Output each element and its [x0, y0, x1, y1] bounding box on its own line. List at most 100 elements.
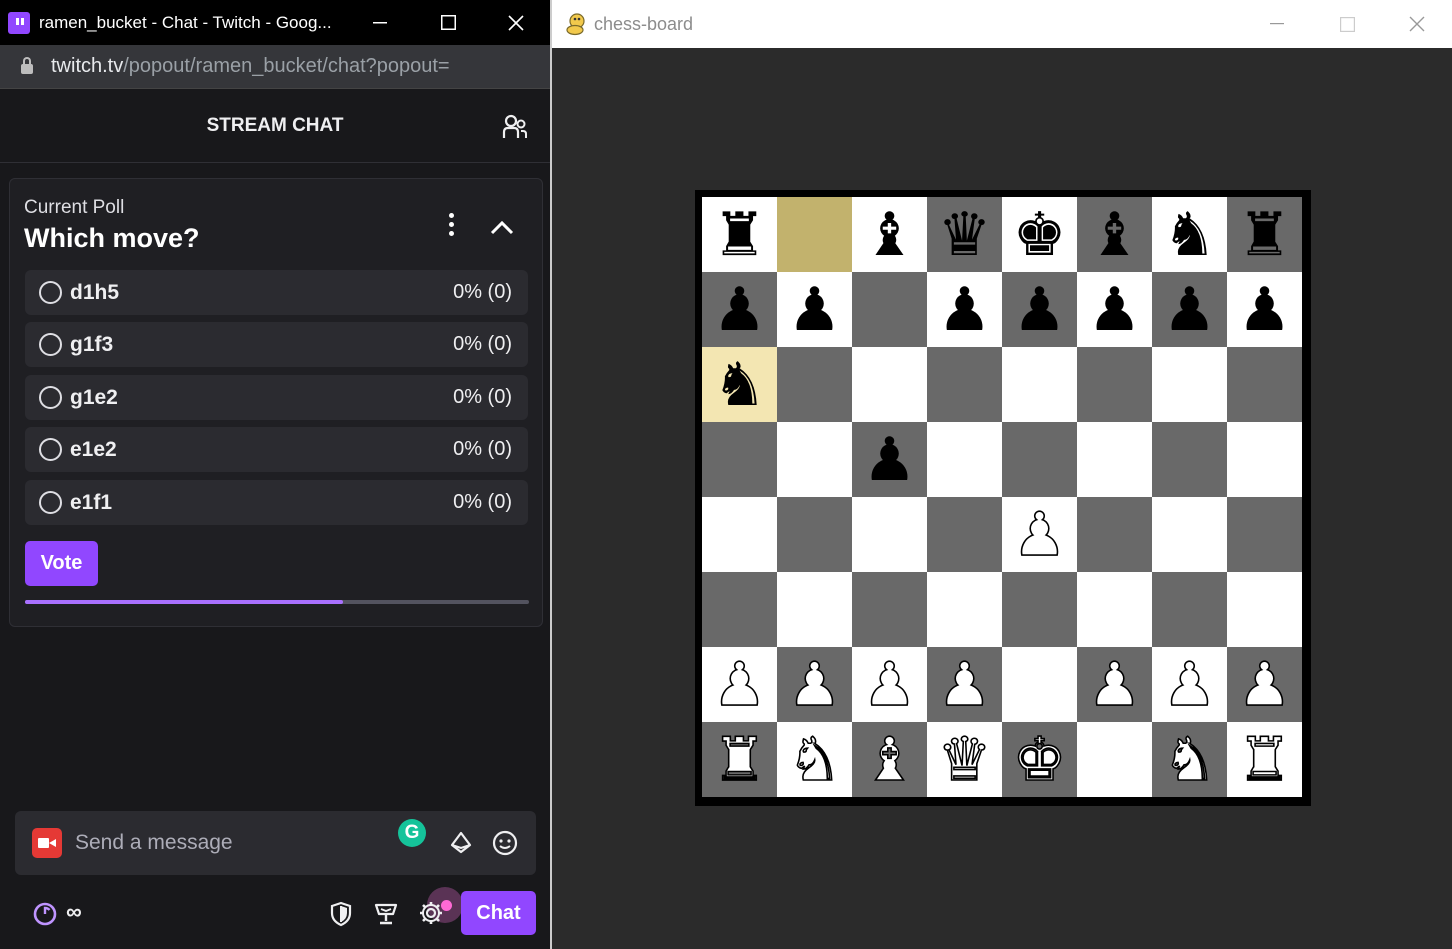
- square-d6[interactable]: [927, 347, 1002, 422]
- black-bishop-icon[interactable]: ♝: [1088, 205, 1142, 265]
- square-g6[interactable]: [1152, 347, 1227, 422]
- black-knight-icon[interactable]: ♞: [1163, 205, 1217, 265]
- poll-option-g1f3[interactable]: g1f3 0% (0): [25, 322, 528, 367]
- maximize-button[interactable]: [414, 0, 482, 45]
- chevron-up-icon[interactable]: [488, 217, 516, 237]
- square-c1[interactable]: ♝: [852, 722, 927, 797]
- radio-icon[interactable]: [39, 386, 62, 409]
- message-box[interactable]: G: [15, 811, 536, 875]
- white-bishop-icon[interactable]: ♝: [862, 729, 917, 791]
- black-pawn-icon[interactable]: ♟: [1013, 280, 1067, 340]
- radio-icon[interactable]: [39, 491, 62, 514]
- square-b1[interactable]: ♞: [777, 722, 852, 797]
- poll-option-d1h5[interactable]: d1h5 0% (0): [25, 270, 528, 315]
- black-pawn-icon[interactable]: ♟: [1088, 280, 1142, 340]
- square-g7[interactable]: ♟: [1152, 272, 1227, 347]
- square-e6[interactable]: [1002, 347, 1077, 422]
- square-h4[interactable]: [1227, 497, 1302, 572]
- square-a7[interactable]: ♟: [702, 272, 777, 347]
- square-b4[interactable]: [777, 497, 852, 572]
- square-h1[interactable]: ♜: [1227, 722, 1302, 797]
- square-e5[interactable]: [1002, 422, 1077, 497]
- square-h7[interactable]: ♟: [1227, 272, 1302, 347]
- poll-option-g1e2[interactable]: g1e2 0% (0): [25, 375, 528, 420]
- square-f7[interactable]: ♟: [1077, 272, 1152, 347]
- square-a4[interactable]: [702, 497, 777, 572]
- white-pawn-icon[interactable]: ♟: [862, 654, 917, 716]
- white-rook-icon[interactable]: ♜: [712, 729, 767, 791]
- white-pawn-icon[interactable]: ♟: [712, 654, 767, 716]
- square-g4[interactable]: [1152, 497, 1227, 572]
- white-pawn-icon[interactable]: ♟: [1162, 654, 1217, 716]
- square-d4[interactable]: [927, 497, 1002, 572]
- square-b8[interactable]: [777, 197, 852, 272]
- minimize-button[interactable]: [346, 0, 414, 45]
- square-g1[interactable]: ♞: [1152, 722, 1227, 797]
- square-e3[interactable]: [1002, 572, 1077, 647]
- emote-smiley-icon[interactable]: [492, 830, 518, 856]
- black-knight-icon[interactable]: ♞: [713, 355, 767, 415]
- black-pawn-icon[interactable]: ♟: [713, 280, 767, 340]
- shield-icon[interactable]: [329, 901, 353, 927]
- white-knight-icon[interactable]: ♞: [787, 729, 842, 791]
- black-pawn-icon[interactable]: ♟: [938, 280, 992, 340]
- square-c2[interactable]: ♟: [852, 647, 927, 722]
- black-rook-icon[interactable]: ♜: [713, 205, 767, 265]
- chess-board[interactable]: ♜ ♝ ♛ ♚ ♝ ♞ ♜ ♟ ♟ ♟ ♟ ♟ ♟ ♟ ♞ ♟ ♟ ♟ ♟ ♟ ♟ ♟ ♟ ♟ ♜ ♞ ♝ ♛ ♚ ♞ ♜: [702, 197, 1304, 799]
- video-camera-icon[interactable]: [32, 828, 62, 858]
- black-pawn-icon[interactable]: ♟: [788, 280, 842, 340]
- square-g3[interactable]: [1152, 572, 1227, 647]
- black-queen-icon[interactable]: ♛: [938, 205, 992, 265]
- square-c8[interactable]: ♝: [852, 197, 927, 272]
- trophy-icon[interactable]: [373, 901, 399, 927]
- square-a8[interactable]: ♜: [702, 197, 777, 272]
- square-g8[interactable]: ♞: [1152, 197, 1227, 272]
- white-king-icon[interactable]: ♚: [1012, 729, 1067, 791]
- square-e1[interactable]: ♚: [1002, 722, 1077, 797]
- square-c5[interactable]: ♟: [852, 422, 927, 497]
- poll-option-e1e2[interactable]: e1e2 0% (0): [25, 427, 528, 472]
- radio-icon[interactable]: [39, 438, 62, 461]
- square-d1[interactable]: ♛: [927, 722, 1002, 797]
- black-pawn-icon[interactable]: ♟: [1238, 280, 1292, 340]
- white-knight-icon[interactable]: ♞: [1162, 729, 1217, 791]
- radio-icon[interactable]: [39, 281, 62, 304]
- black-king-icon[interactable]: ♚: [1013, 205, 1067, 265]
- chat-send-button[interactable]: Chat: [461, 891, 536, 935]
- black-rook-icon[interactable]: ♜: [1238, 205, 1292, 265]
- white-pawn-icon[interactable]: ♟: [1087, 654, 1142, 716]
- bits-icon[interactable]: [449, 831, 473, 855]
- square-h5[interactable]: [1227, 422, 1302, 497]
- square-c3[interactable]: [852, 572, 927, 647]
- community-users-icon[interactable]: [502, 114, 528, 140]
- square-a5[interactable]: [702, 422, 777, 497]
- radio-icon[interactable]: [39, 333, 62, 356]
- white-pawn-icon[interactable]: ♟: [1237, 654, 1292, 716]
- white-pawn-icon[interactable]: ♟: [787, 654, 842, 716]
- close-button[interactable]: [1382, 0, 1452, 48]
- square-a2[interactable]: ♟: [702, 647, 777, 722]
- square-a6[interactable]: ♞: [702, 347, 777, 422]
- more-options-icon[interactable]: [446, 213, 456, 241]
- square-c7[interactable]: [852, 272, 927, 347]
- white-pawn-icon[interactable]: ♟: [1012, 504, 1067, 566]
- channel-points-icon[interactable]: [33, 902, 57, 926]
- square-a3[interactable]: [702, 572, 777, 647]
- gear-icon[interactable]: [418, 900, 444, 926]
- black-pawn-icon[interactable]: ♟: [1163, 280, 1217, 340]
- square-f8[interactable]: ♝: [1077, 197, 1152, 272]
- square-e4[interactable]: ♟: [1002, 497, 1077, 572]
- square-f3[interactable]: [1077, 572, 1152, 647]
- square-h3[interactable]: [1227, 572, 1302, 647]
- address-bar[interactable]: twitch.tv/popout/ramen_bucket/chat?popou…: [0, 45, 550, 89]
- square-d3[interactable]: [927, 572, 1002, 647]
- square-h8[interactable]: ♜: [1227, 197, 1302, 272]
- square-g5[interactable]: [1152, 422, 1227, 497]
- square-b5[interactable]: [777, 422, 852, 497]
- square-e7[interactable]: ♟: [1002, 272, 1077, 347]
- white-pawn-icon[interactable]: ♟: [937, 654, 992, 716]
- square-c6[interactable]: [852, 347, 927, 422]
- square-b6[interactable]: [777, 347, 852, 422]
- minimize-button[interactable]: [1242, 0, 1312, 48]
- square-d5[interactable]: [927, 422, 1002, 497]
